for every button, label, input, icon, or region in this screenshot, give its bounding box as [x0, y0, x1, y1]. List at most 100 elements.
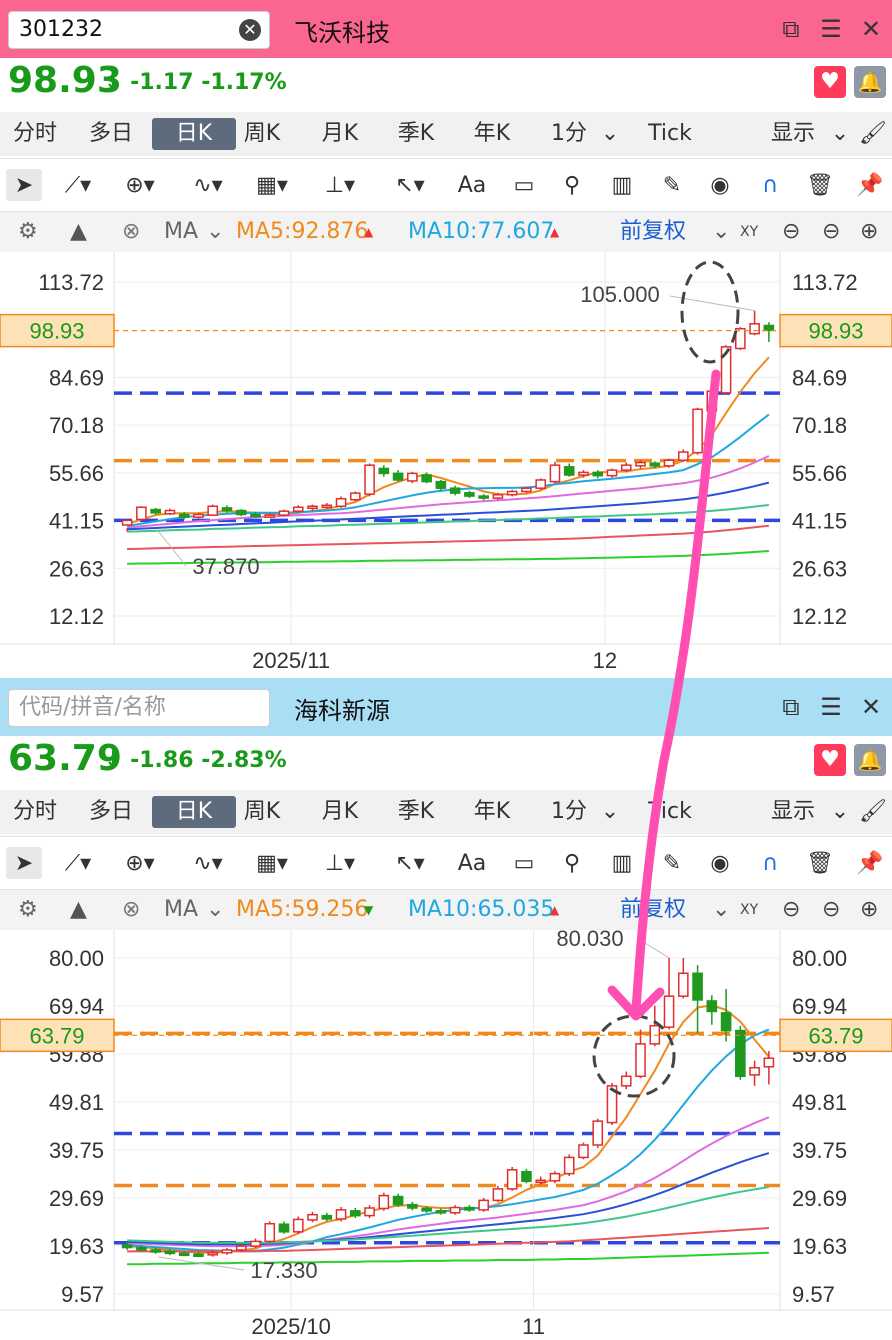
- tab-4[interactable]: 月K: [316, 796, 364, 828]
- adjust-mode-select[interactable]: 前复权: [620, 217, 686, 247]
- magnet-icon[interactable]: ∩: [752, 847, 788, 879]
- tab-6[interactable]: 年K: [468, 118, 516, 150]
- kline-chart[interactable]: 2025/11 12 113.72 113.72 84.69 84.69 70.18 70.1…: [0, 252, 892, 674]
- y-tick-left: 9.57: [61, 1282, 104, 1307]
- pen-icon[interactable]: ✎: [654, 847, 690, 879]
- display-menu[interactable]: 显示: [766, 796, 820, 828]
- xy-axis-icon[interactable]: XY: [740, 217, 758, 247]
- search-icon[interactable]: ⚲: [554, 169, 590, 201]
- ma10-trend-icon: ▲: [550, 903, 560, 917]
- pin-icon[interactable]: 📌: [852, 169, 888, 201]
- tab-5[interactable]: 季K: [392, 118, 440, 150]
- candle-icon[interactable]: ▥: [604, 169, 640, 201]
- text-tool-icon[interactable]: Aa: [454, 169, 490, 201]
- tab-0[interactable]: 分时: [10, 118, 60, 150]
- minute-dropdown-icon[interactable]: ⌄: [598, 796, 622, 828]
- trash-icon[interactable]: 🗑: [802, 169, 838, 201]
- arrow-tool-icon[interactable]: ↖▾: [392, 847, 428, 879]
- y-tick-right: 80.00: [792, 946, 847, 971]
- comment-icon[interactable]: ▭: [506, 847, 542, 879]
- tab-2[interactable]: 日K: [152, 118, 236, 150]
- stock-code-input[interactable]: 301232 ✕: [8, 11, 270, 49]
- magnet-icon[interactable]: ∩: [752, 169, 788, 201]
- alert-bell-icon[interactable]: 🔔: [854, 744, 886, 776]
- zoom-in-icon[interactable]: ⊕: [860, 217, 878, 247]
- tab-4[interactable]: 月K: [316, 118, 364, 150]
- pen-icon[interactable]: ✎: [654, 169, 690, 201]
- tab-7[interactable]: 1分: [546, 118, 592, 150]
- drawing-toolbar: ➤ ⟋▾ ⊕▾ ∿▾ ▦▾ ⊥▾ ↖▾ Aa ▭ ⚲ ▥ ✎ ◉ ∩ 🗑 📌: [0, 836, 892, 890]
- adjust-dropdown-icon[interactable]: ⌄: [712, 217, 730, 247]
- display-menu[interactable]: 显示: [766, 118, 820, 150]
- tab-3[interactable]: 周K: [238, 118, 286, 150]
- settings-sliders-icon[interactable]: ☰: [816, 692, 846, 722]
- favorite-heart-icon[interactable]: ♥: [814, 744, 846, 776]
- cycle-tool-icon[interactable]: ⊕▾: [122, 169, 158, 201]
- adjust-mode-select[interactable]: 前复权: [620, 895, 686, 925]
- close-indicator-icon[interactable]: ⊗: [122, 895, 140, 925]
- comment-icon[interactable]: ▭: [506, 169, 542, 201]
- adjust-dropdown-icon[interactable]: ⌄: [712, 895, 730, 925]
- level-tool-icon[interactable]: ⊥▾: [322, 169, 358, 201]
- cursor-icon[interactable]: ➤: [6, 169, 42, 201]
- candle-body: [578, 1144, 589, 1159]
- tab-1[interactable]: 多日: [86, 118, 136, 150]
- fib-tool-icon[interactable]: ▦▾: [254, 847, 290, 879]
- zoom-out-alt-icon[interactable]: ⊖: [822, 217, 840, 247]
- wave-tool-icon[interactable]: ∿▾: [190, 847, 226, 879]
- level-tool-icon[interactable]: ⊥▾: [322, 847, 358, 879]
- pin-icon[interactable]: 📌: [852, 847, 888, 879]
- line-tool-icon[interactable]: ⟋▾: [60, 847, 96, 879]
- gear-icon[interactable]: ⚙: [18, 895, 38, 925]
- favorite-heart-icon[interactable]: ♥: [814, 66, 846, 98]
- alert-bell-icon[interactable]: 🔔: [854, 66, 886, 98]
- ma-dropdown-icon[interactable]: ⌄: [206, 217, 224, 247]
- arrow-tool-icon[interactable]: ↖▾: [392, 169, 428, 201]
- display-dropdown-icon[interactable]: ⌄: [830, 796, 850, 828]
- eye-icon[interactable]: ◉: [702, 847, 738, 879]
- candle-icon[interactable]: ▥: [604, 847, 640, 879]
- zoom-out-alt-icon[interactable]: ⊖: [822, 895, 840, 925]
- line-tool-icon[interactable]: ⟋▾: [60, 169, 96, 201]
- minute-dropdown-icon[interactable]: ⌄: [598, 118, 622, 150]
- stock-code-input[interactable]: 代码/拼音/名称: [8, 689, 270, 727]
- tab-7[interactable]: 1分: [546, 796, 592, 828]
- tab-6[interactable]: 年K: [468, 796, 516, 828]
- brush-icon[interactable]: 🖌: [858, 118, 888, 150]
- zoom-in-icon[interactable]: ⊕: [860, 895, 878, 925]
- ma-dropdown-icon[interactable]: ⌄: [206, 895, 224, 925]
- clear-icon[interactable]: ✕: [239, 19, 261, 41]
- zoom-out-icon[interactable]: ⊖: [782, 895, 800, 925]
- window-link-icon[interactable]: ⧉: [776, 14, 806, 44]
- xy-axis-icon[interactable]: XY: [740, 895, 758, 925]
- tab-2[interactable]: 日K: [152, 796, 236, 828]
- tab-8[interactable]: Tick: [646, 796, 694, 828]
- stock-name: 海科新源: [294, 697, 390, 725]
- tab-3[interactable]: 周K: [238, 796, 286, 828]
- search-icon[interactable]: ⚲: [554, 847, 590, 879]
- window-link-icon[interactable]: ⧉: [776, 692, 806, 722]
- cursor-icon[interactable]: ➤: [6, 847, 42, 879]
- tab-5[interactable]: 季K: [392, 796, 440, 828]
- text-tool-icon[interactable]: Aa: [454, 847, 490, 879]
- gear-icon[interactable]: ⚙: [18, 217, 38, 247]
- wave-tool-icon[interactable]: ∿▾: [190, 169, 226, 201]
- zoom-out-icon[interactable]: ⊖: [782, 217, 800, 247]
- tab-8[interactable]: Tick: [646, 118, 694, 150]
- tab-1[interactable]: 多日: [86, 796, 136, 828]
- display-dropdown-icon[interactable]: ⌄: [830, 118, 850, 150]
- brush-icon[interactable]: 🖌: [858, 796, 888, 828]
- fib-tool-icon[interactable]: ▦▾: [254, 169, 290, 201]
- collapse-up-icon[interactable]: ▲: [70, 217, 87, 247]
- eye-icon[interactable]: ◉: [702, 169, 738, 201]
- kline-chart[interactable]: 2025/10 11 80.00 80.00 69.94 69.94 59.88 59.88 4…: [0, 930, 892, 1340]
- close-icon[interactable]: ✕: [856, 692, 886, 722]
- settings-sliders-icon[interactable]: ☰: [816, 14, 846, 44]
- cycle-tool-icon[interactable]: ⊕▾: [122, 847, 158, 879]
- tab-0[interactable]: 分时: [10, 796, 60, 828]
- close-icon[interactable]: ✕: [856, 14, 886, 44]
- trash-icon[interactable]: 🗑: [802, 847, 838, 879]
- collapse-up-icon[interactable]: ▲: [70, 895, 87, 925]
- close-indicator-icon[interactable]: ⊗: [122, 217, 140, 247]
- candle: [278, 1221, 290, 1234]
